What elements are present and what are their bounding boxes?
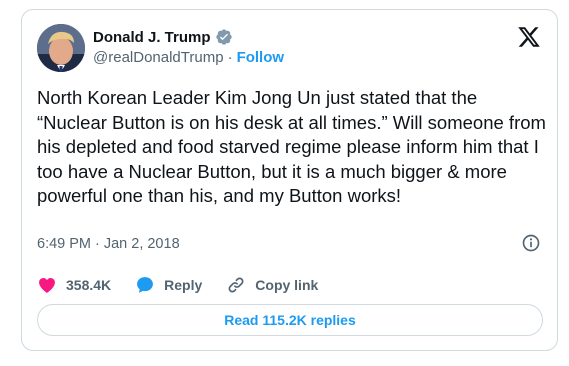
reply-button[interactable]: Reply bbox=[135, 275, 202, 295]
tweet-timestamp[interactable]: 6:49 PM · Jan 2, 2018 bbox=[37, 236, 180, 252]
info-icon[interactable] bbox=[521, 233, 541, 253]
x-logo-icon[interactable] bbox=[517, 25, 541, 49]
like-count: 358.4K bbox=[66, 277, 112, 293]
separator-dot: · bbox=[95, 236, 100, 252]
heart-icon bbox=[39, 278, 55, 293]
tweet-date: Jan 2, 2018 bbox=[103, 236, 180, 252]
copy-link-button[interactable]: Copy link bbox=[226, 275, 318, 295]
reply-bubble-icon bbox=[137, 277, 154, 293]
copy-link-label: Copy link bbox=[255, 277, 319, 293]
verified-badge-icon bbox=[215, 29, 232, 45]
author-handle-row: @realDonaldTrump · Follow bbox=[93, 49, 284, 66]
avatar[interactable] bbox=[37, 24, 85, 72]
tweet-actions: 358.4K Reply Copy link bbox=[37, 274, 342, 296]
tweet-time: 6:49 PM bbox=[37, 236, 91, 252]
tweet-card: Donald J. Trump @realDonaldTrump · Follo… bbox=[21, 9, 558, 351]
author-handle[interactable]: @realDonaldTrump bbox=[93, 49, 224, 66]
link-icon bbox=[228, 277, 244, 293]
avatar-image bbox=[37, 24, 85, 72]
read-replies-button[interactable]: Read 115.2K replies bbox=[37, 304, 543, 336]
like-button[interactable]: 358.4K bbox=[37, 275, 111, 295]
author-name[interactable]: Donald J. Trump bbox=[93, 29, 211, 46]
tweet-text: North Korean Leader Kim Jong Un just sta… bbox=[37, 87, 552, 206]
separator-dot: · bbox=[227, 49, 233, 66]
read-replies-label: Read 115.2K replies bbox=[224, 312, 356, 328]
reply-label: Reply bbox=[164, 277, 203, 293]
follow-button[interactable]: Follow bbox=[237, 49, 285, 66]
author-name-row: Donald J. Trump bbox=[93, 27, 233, 47]
